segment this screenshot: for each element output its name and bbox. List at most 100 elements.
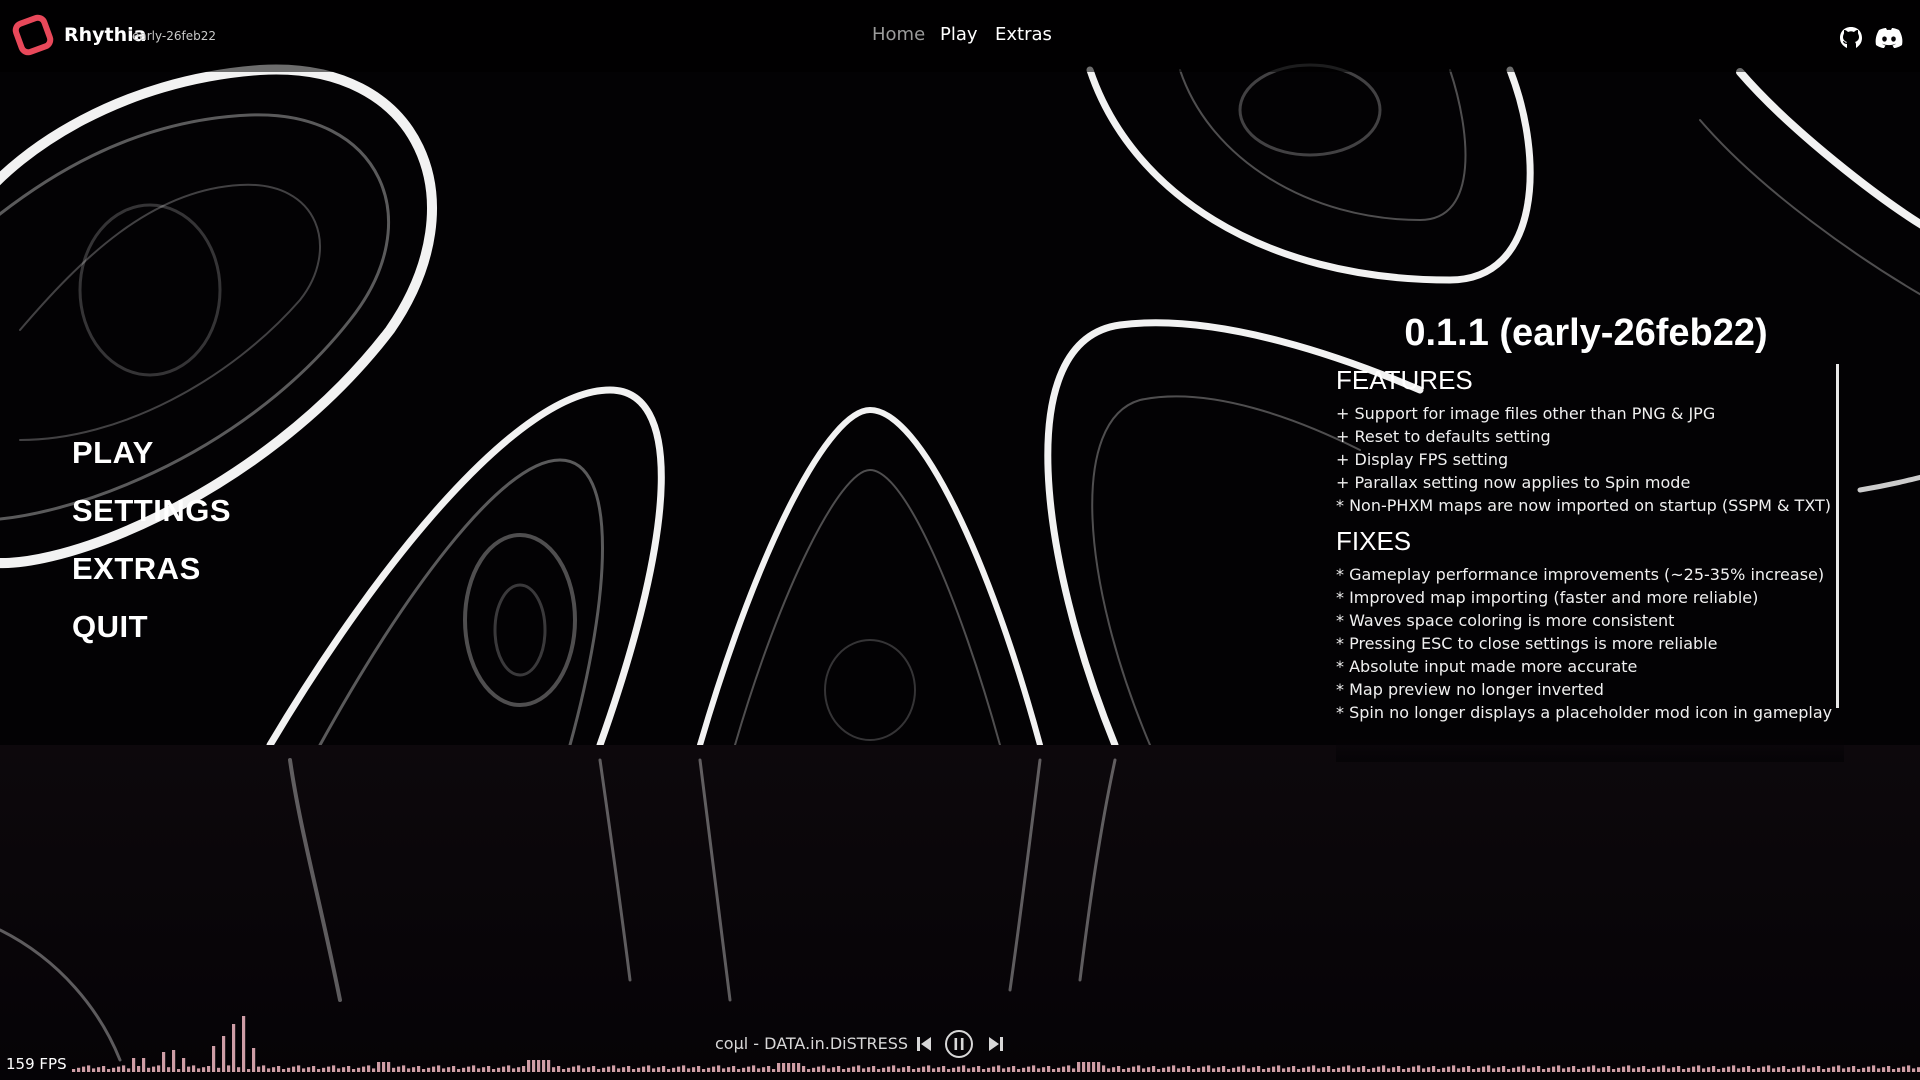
visualizer-bar: [1262, 1069, 1266, 1072]
visualizer-bar: [102, 1066, 106, 1072]
visualizer-bar: [507, 1065, 511, 1072]
visualizer-bar: [857, 1065, 861, 1072]
visualizer-bar: [1642, 1066, 1646, 1072]
visualizer-bar: [897, 1068, 901, 1072]
menu-quit-button[interactable]: QUIT: [72, 602, 231, 660]
visualizer-bar: [1337, 1067, 1341, 1072]
visualizer-bar: [1452, 1065, 1456, 1072]
visualizer-bar: [902, 1067, 906, 1072]
visualizer-bar: [292, 1066, 296, 1072]
visualizer-bar: [1142, 1068, 1146, 1072]
github-icon[interactable]: [1838, 25, 1864, 51]
visualizer-bar: [777, 1063, 781, 1072]
visualizer-bar: [1712, 1066, 1716, 1072]
visualizer-bar: [872, 1066, 876, 1072]
nav-extras[interactable]: Extras: [995, 24, 1052, 45]
visualizer-bar: [1442, 1067, 1446, 1072]
visualizer-bar: [542, 1060, 546, 1072]
visualizer-bar: [1552, 1066, 1556, 1072]
changelog-item: + Support for image files other than PNG…: [1336, 404, 1716, 423]
visualizer-bar: [1132, 1066, 1136, 1072]
visualizer-bar: [887, 1066, 891, 1072]
changelog-item: * Absolute input made more accurate: [1336, 657, 1638, 676]
visualizer-bar: [1147, 1067, 1151, 1072]
visualizer-bar: [1137, 1065, 1141, 1072]
visualizer-bar: [652, 1068, 656, 1072]
visualizer-bar: [1097, 1062, 1101, 1072]
visualizer-bar: [1717, 1069, 1721, 1072]
visualizer-bar: [492, 1069, 496, 1072]
visualizer-bar: [737, 1069, 741, 1072]
visualizer-bar: [682, 1065, 686, 1072]
visualizer-bar: [1702, 1068, 1706, 1072]
visualizer-bar: [1727, 1066, 1731, 1072]
menu-extras-button[interactable]: EXTRAS: [72, 544, 231, 602]
visualizer-bar: [932, 1068, 936, 1072]
visualizer-bar: [612, 1065, 616, 1072]
visualizer-bar: [1232, 1067, 1236, 1072]
visualizer-bar: [287, 1067, 291, 1072]
visualizer-bar: [1827, 1067, 1831, 1072]
visualizer-bar: [332, 1065, 336, 1072]
visualizer-bar: [1047, 1066, 1051, 1072]
visualizer-bar: [257, 1066, 261, 1072]
visualizer-bar: [382, 1062, 386, 1072]
visualizer-bar: [1002, 1068, 1006, 1072]
visualizer-bar: [1377, 1066, 1381, 1072]
visualizer-bar: [147, 1067, 151, 1072]
visualizer-bar: [862, 1068, 866, 1072]
visualizer-bar: [1267, 1067, 1271, 1072]
visualizer-bar: [112, 1067, 116, 1072]
discord-icon[interactable]: [1874, 26, 1904, 50]
visualizer-bar: [487, 1066, 491, 1072]
visualizer-bar: [327, 1066, 331, 1072]
visualizer-bar: [972, 1067, 976, 1072]
visualizer-bar: [307, 1067, 311, 1072]
visualizer-bar: [1317, 1068, 1321, 1072]
visualizer-bar: [1392, 1067, 1396, 1072]
next-track-icon[interactable]: [988, 1035, 1004, 1053]
nav-play[interactable]: Play: [940, 24, 978, 45]
visualizer-bar: [1797, 1066, 1801, 1072]
fixes-heading: FIXES: [1336, 526, 1412, 556]
visualizer-bar: [472, 1065, 476, 1072]
visualizer-bar: [1612, 1069, 1616, 1072]
visualizer-bar: [1637, 1067, 1641, 1072]
visualizer-bar: [1512, 1067, 1516, 1072]
changelog-panel[interactable]: FEATURES + Support for image files other…: [1336, 362, 1844, 762]
visualizer-bar: [1017, 1069, 1021, 1072]
menu-play-button[interactable]: PLAY: [72, 428, 231, 486]
visualizer-bar: [1867, 1066, 1871, 1072]
visualizer-bar: [937, 1067, 941, 1072]
changelog-item: + Display FPS setting: [1336, 450, 1509, 469]
visualizer-bar: [797, 1063, 801, 1072]
visualizer-bar: [447, 1067, 451, 1072]
pause-icon[interactable]: [944, 1029, 974, 1059]
visualizer-bar: [477, 1068, 481, 1072]
visualizer-bar: [157, 1065, 161, 1072]
visualizer-bar: [1032, 1065, 1036, 1072]
visualizer-bar: [347, 1066, 351, 1072]
visualizer-bar: [697, 1066, 701, 1072]
changelog-item: * Waves space coloring is more consisten…: [1336, 611, 1675, 630]
previous-track-icon[interactable]: [916, 1035, 932, 1053]
rhythia-logo-icon[interactable]: [10, 12, 56, 58]
visualizer-bar: [1307, 1066, 1311, 1072]
visualizer-bar: [952, 1067, 956, 1072]
changelog-scrollbar[interactable]: [1836, 364, 1839, 708]
visualizer-bar: [677, 1066, 681, 1072]
visualizer-bar: [1077, 1062, 1081, 1072]
visualizer-bar: [567, 1067, 571, 1072]
visualizer-bar: [1902, 1066, 1906, 1072]
visualizer-bar: [557, 1066, 561, 1072]
visualizer-bar: [502, 1066, 506, 1072]
visualizer-bar: [1742, 1067, 1746, 1072]
menu-settings-button[interactable]: SETTINGS: [72, 486, 231, 544]
nav-home[interactable]: Home: [872, 24, 925, 45]
visualizer-bar: [1502, 1066, 1506, 1072]
visualizer-bar: [1192, 1069, 1196, 1072]
visualizer-bar: [277, 1066, 281, 1072]
features-heading: FEATURES: [1336, 365, 1473, 395]
visualizer-bar: [1487, 1065, 1491, 1072]
visualizer-bar: [1507, 1069, 1511, 1072]
